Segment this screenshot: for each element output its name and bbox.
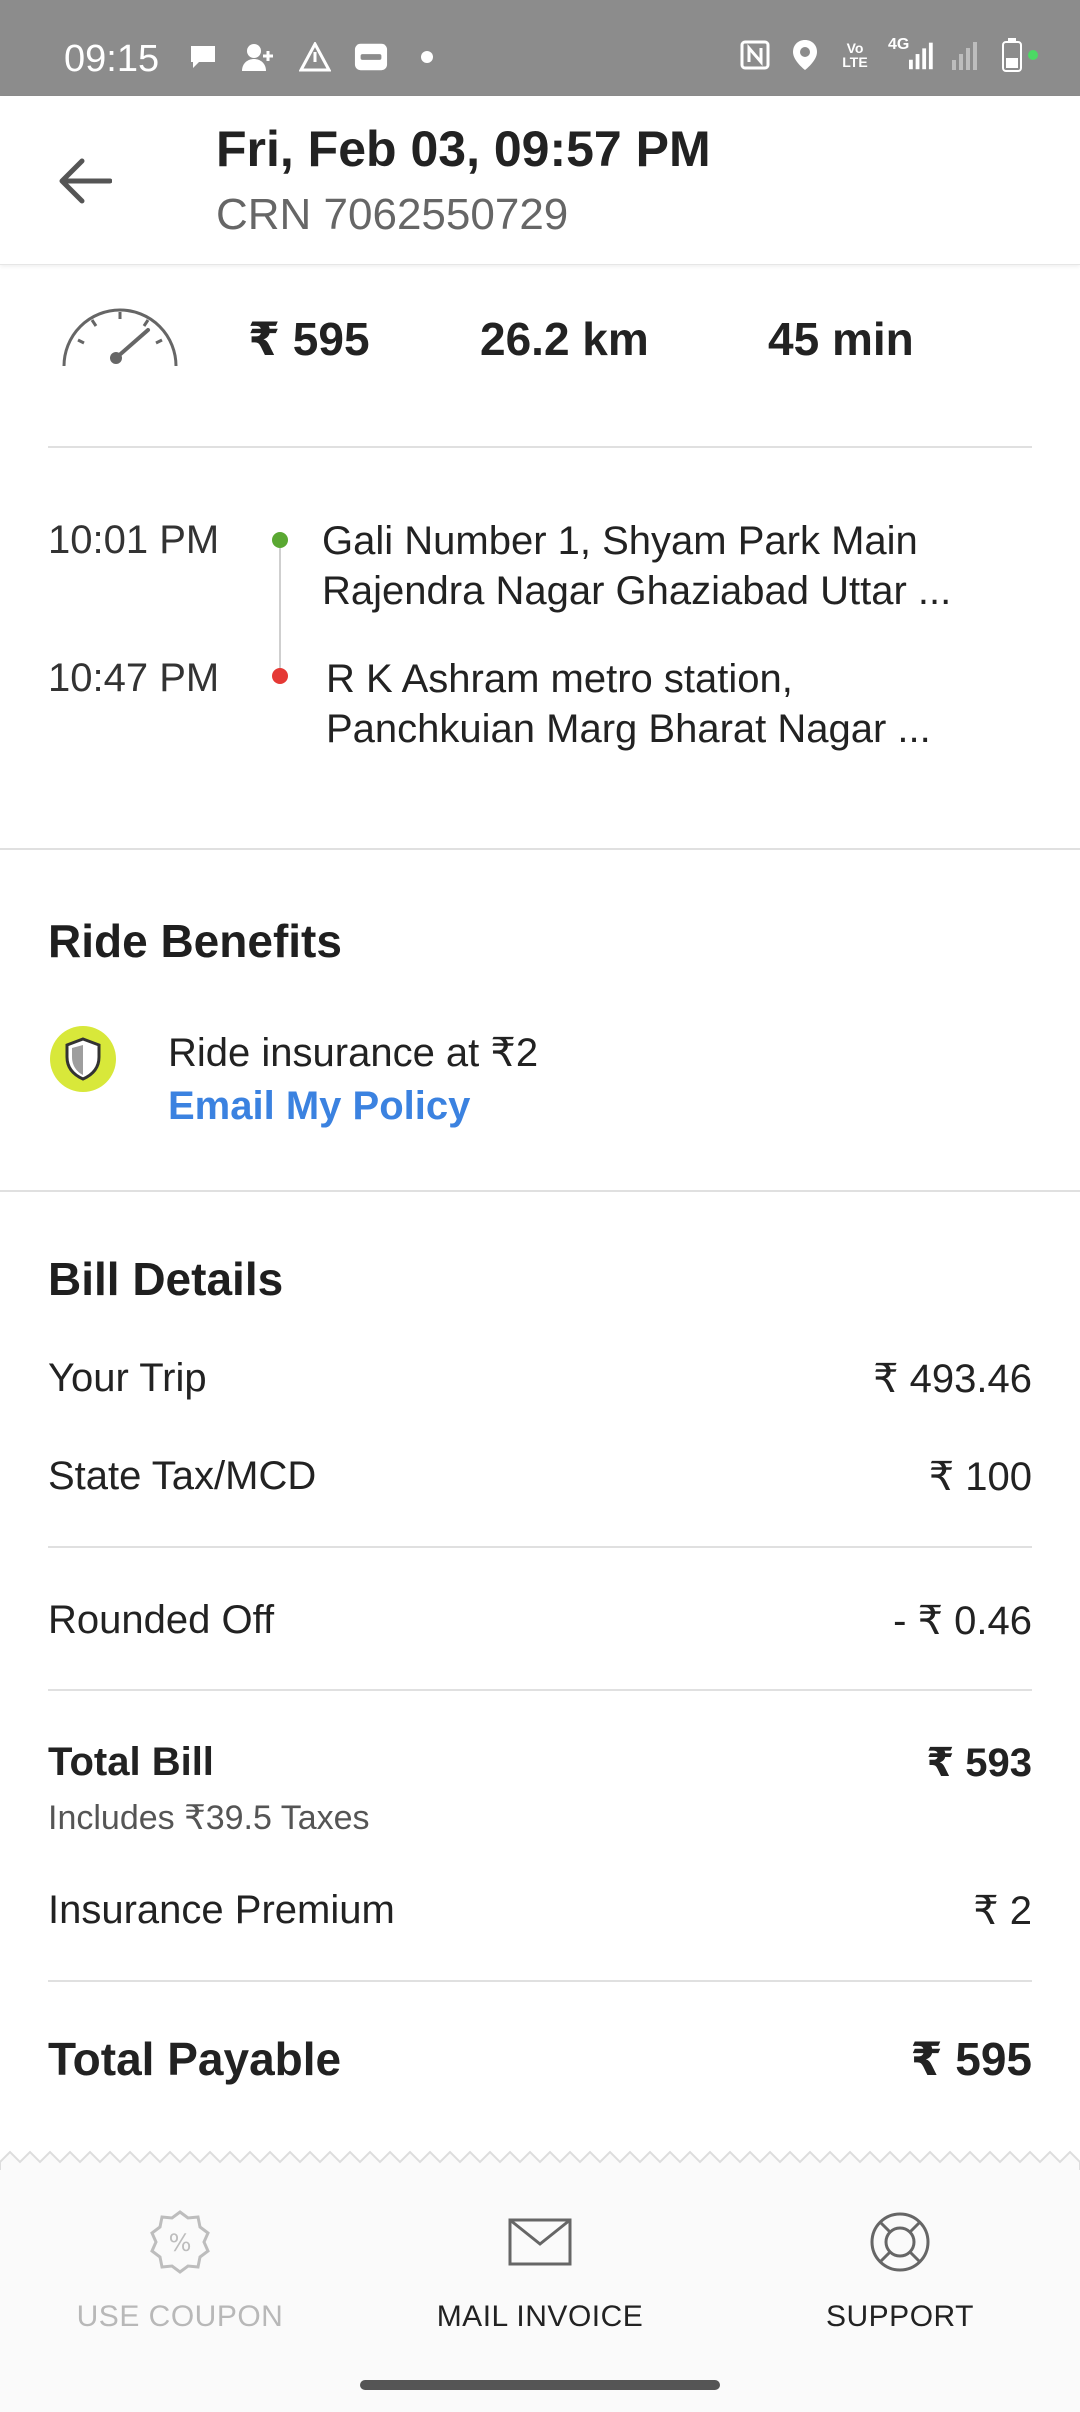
support-lifebuoy-icon: [870, 2212, 930, 2272]
divider: [48, 1689, 1032, 1691]
back-button[interactable]: [50, 146, 120, 216]
bottom-action-bar: % USE COUPON MAIL INVOICE SUPPORT: [0, 2170, 1080, 2412]
bill-row-trip: Your Trip ₹ 493.46: [48, 1356, 1032, 1402]
route-connector: [279, 548, 281, 674]
dot-icon: [410, 40, 444, 74]
bill-label: Rounded Off: [48, 1598, 275, 1642]
drop-address: R K Ashram metro station, Panchkuian Mar…: [326, 657, 931, 751]
bill-value: ₹ 100: [928, 1455, 1032, 1499]
chat-bubble-icon: [186, 40, 220, 74]
pickup-time: 10:01 PM: [48, 518, 220, 562]
total-payable-value: ₹ 595: [910, 2033, 1032, 2085]
insurance-premium-value: ₹ 2: [973, 1889, 1032, 1933]
bill-row-insurance: Insurance Premium ₹ 2: [48, 1888, 1032, 1934]
drop-pin-icon: [272, 668, 288, 684]
ride-header: Fri, Feb 03, 09:57 PM CRN 7062550729: [0, 96, 1080, 265]
home-indicator[interactable]: [360, 2380, 720, 2390]
insurance-text: Ride insurance at ₹2: [168, 1031, 539, 1075]
drop-time: 10:47 PM: [48, 656, 220, 700]
trip-duration: 45 min: [768, 313, 914, 365]
coupon-icon: %: [150, 2210, 210, 2274]
trip-fare: ₹ 595: [248, 313, 370, 365]
svg-text:%: %: [169, 2229, 192, 2257]
status-time: 09:15: [64, 38, 160, 80]
bill-details-title: Bill Details: [48, 1253, 284, 1305]
signal-4g-icon: 4G: [888, 36, 934, 72]
location-icon: [788, 38, 822, 72]
paytm-icon: [354, 40, 388, 74]
bill-label: State Tax/MCD: [48, 1454, 317, 1498]
ride-benefits-title: Ride Benefits: [48, 915, 342, 967]
warning-triangle-icon: [298, 40, 332, 74]
divider: [48, 1980, 1032, 1982]
signal-icon: [950, 38, 984, 72]
bill-value: - ₹ 0.46: [893, 1599, 1032, 1643]
add-person-icon: [242, 40, 276, 74]
divider: [0, 1190, 1080, 1192]
bill-row-rounded: Rounded Off - ₹ 0.46: [48, 1598, 1032, 1644]
mail-icon: [508, 2218, 572, 2266]
bill-value: ₹ 493.46: [873, 1357, 1032, 1401]
arrow-left-icon: [59, 158, 112, 204]
use-coupon-label: USE COUPON: [76, 2300, 284, 2333]
battery-icon: [1000, 38, 1040, 72]
total-payable-row: Total Payable ₹ 595: [48, 2032, 1032, 2086]
insurance-premium-label: Insurance Premium: [48, 1888, 395, 1932]
nfc-icon: [738, 38, 772, 72]
email-policy-link[interactable]: Email My Policy: [168, 1084, 470, 1129]
bill-row-tax: State Tax/MCD ₹ 100: [48, 1454, 1032, 1500]
status-left-icons: [186, 40, 444, 74]
total-payable-label: Total Payable: [48, 2033, 342, 2085]
pickup-pin-icon: [272, 532, 288, 548]
total-bill-value: ₹ 593: [926, 1741, 1032, 1785]
mail-invoice-button[interactable]: MAIL INVOICE: [380, 2206, 700, 2334]
support-button[interactable]: SUPPORT: [740, 2206, 1060, 2334]
status-bar: 09:15 Vo LTE 4G: [0, 0, 1080, 96]
divider: [48, 1546, 1032, 1548]
bill-label: Your Trip: [48, 1356, 207, 1400]
use-coupon-button[interactable]: % USE COUPON: [20, 2206, 340, 2334]
divider: [48, 446, 1032, 448]
shield-icon: [50, 1026, 116, 1092]
support-label: SUPPORT: [826, 2300, 974, 2333]
receipt-edge: [0, 2150, 1080, 2172]
trip-distance: 26.2 km: [480, 313, 649, 365]
bill-row-total: Total Bill ₹ 593: [48, 1740, 1032, 1786]
crn-number: CRN 7062550729: [216, 190, 569, 239]
total-bill-label: Total Bill: [48, 1740, 214, 1784]
mail-invoice-label: MAIL INVOICE: [436, 2300, 644, 2333]
status-right-icons: Vo LTE 4G: [738, 36, 1040, 72]
volte-icon: Vo LTE: [842, 40, 868, 70]
trip-summary: ₹ 595 26.2 km 45 min: [0, 280, 1080, 450]
speedometer-icon: [62, 308, 178, 367]
total-bill-note: Includes ₹39.5 Taxes: [48, 1799, 370, 1837]
divider: [0, 848, 1080, 850]
charging-dot-icon: [1028, 50, 1038, 60]
page-title: Fri, Feb 03, 09:57 PM: [216, 121, 711, 177]
pickup-address: Gali Number 1, Shyam Park Main Rajendra …: [322, 519, 952, 613]
